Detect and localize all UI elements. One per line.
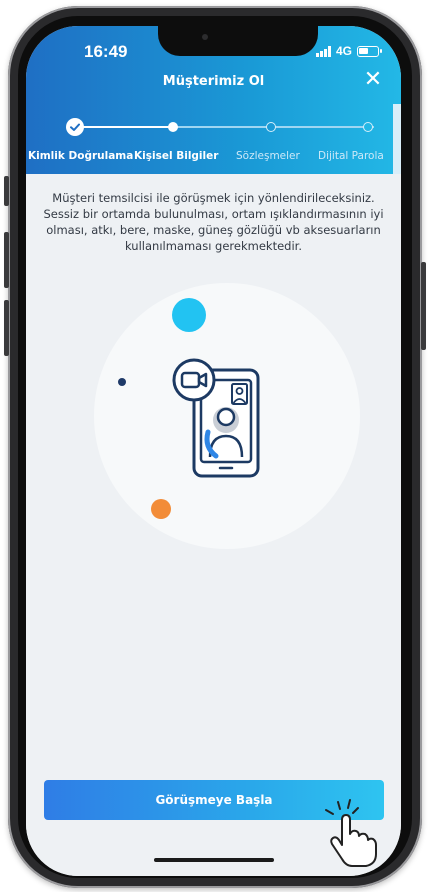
battery-icon (357, 45, 382, 57)
decor-dot-cyan (172, 298, 206, 332)
check-icon (70, 123, 80, 131)
step-1-check-icon (66, 118, 84, 136)
step-label-dijital-parola: Dijital Parola (318, 150, 384, 162)
decor-dot-orange (151, 499, 171, 519)
mute-switch (4, 176, 9, 206)
home-indicator (154, 858, 274, 862)
step-4-dot (363, 122, 373, 132)
network-type: 4G (335, 44, 352, 58)
tap-hand-icon (325, 799, 377, 867)
status-indicators: 4G (315, 44, 382, 58)
step-3-dot (266, 122, 276, 132)
camera-dot (202, 34, 208, 40)
notch (158, 26, 318, 56)
step-progress-line-complete (74, 126, 174, 128)
signal-icon (315, 45, 331, 57)
volume-up-button (4, 232, 9, 288)
step-label-kimlik: Kimlik Doğrulama (28, 150, 134, 162)
video-call-phone-icon (172, 358, 260, 478)
step-label-kisisel: Kişisel Bilgiler (134, 150, 219, 162)
page-title: Müşterimiz Ol (162, 74, 265, 89)
step-label-sozlesmeler: Sözleşmeler (236, 150, 300, 162)
status-time: 16:49 (84, 42, 128, 61)
close-icon[interactable]: ✕ (363, 69, 383, 91)
volume-down-button (4, 300, 9, 356)
decor-dot-navy (118, 378, 126, 386)
power-button (421, 262, 426, 350)
step-2-current-dot (168, 122, 178, 132)
scroll-indicator (393, 104, 401, 174)
phone-screen: 16:49 4G Müşterimiz Ol ✕ Kimlik Doğrulam… (26, 26, 401, 876)
instructions-text: Müşteri temsilcisi ile görüşmek için yön… (43, 191, 384, 253)
